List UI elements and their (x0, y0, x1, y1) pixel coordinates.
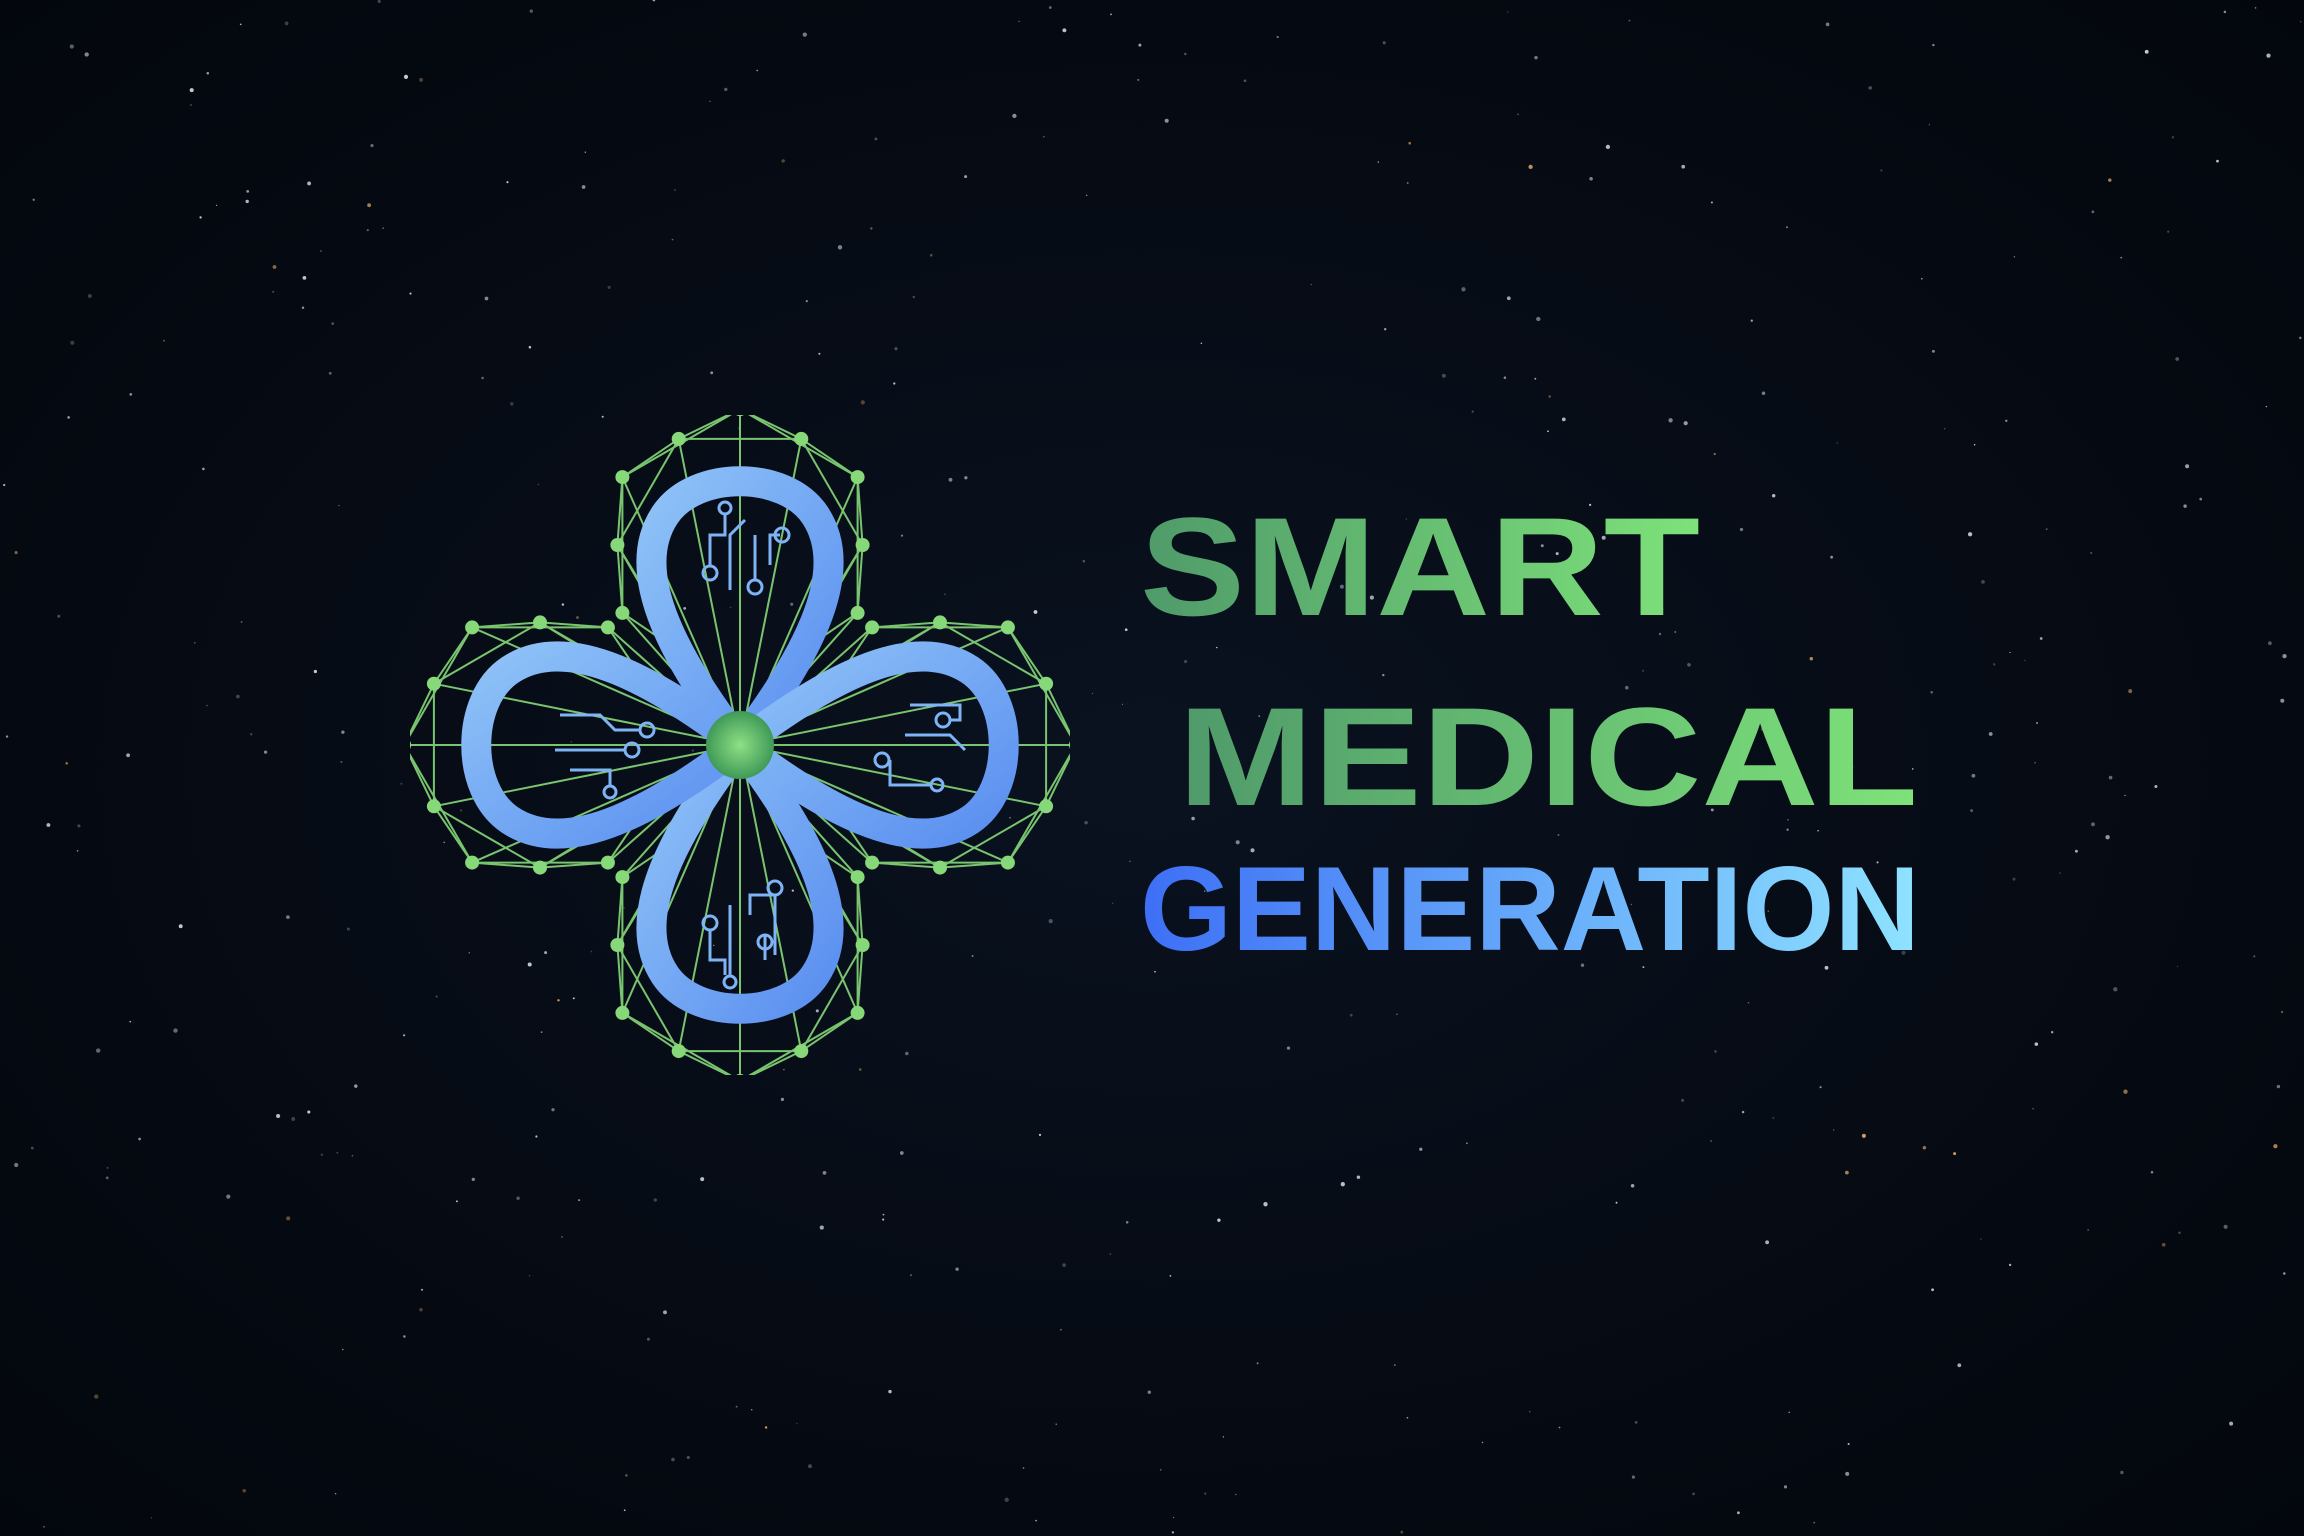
medical-cross-circuit-icon (410, 415, 1070, 1075)
logo-text-medical: MEDICAL (1178, 678, 1918, 835)
logo-text-smart: SMART (1140, 505, 1700, 645)
logo-text-generation: GENERATION (1140, 842, 1920, 976)
logo-wordmark: SMART MEDICAL GENERATION (1140, 505, 1920, 976)
logo-canvas: SMART MEDICAL GENERATION (0, 0, 2304, 1536)
